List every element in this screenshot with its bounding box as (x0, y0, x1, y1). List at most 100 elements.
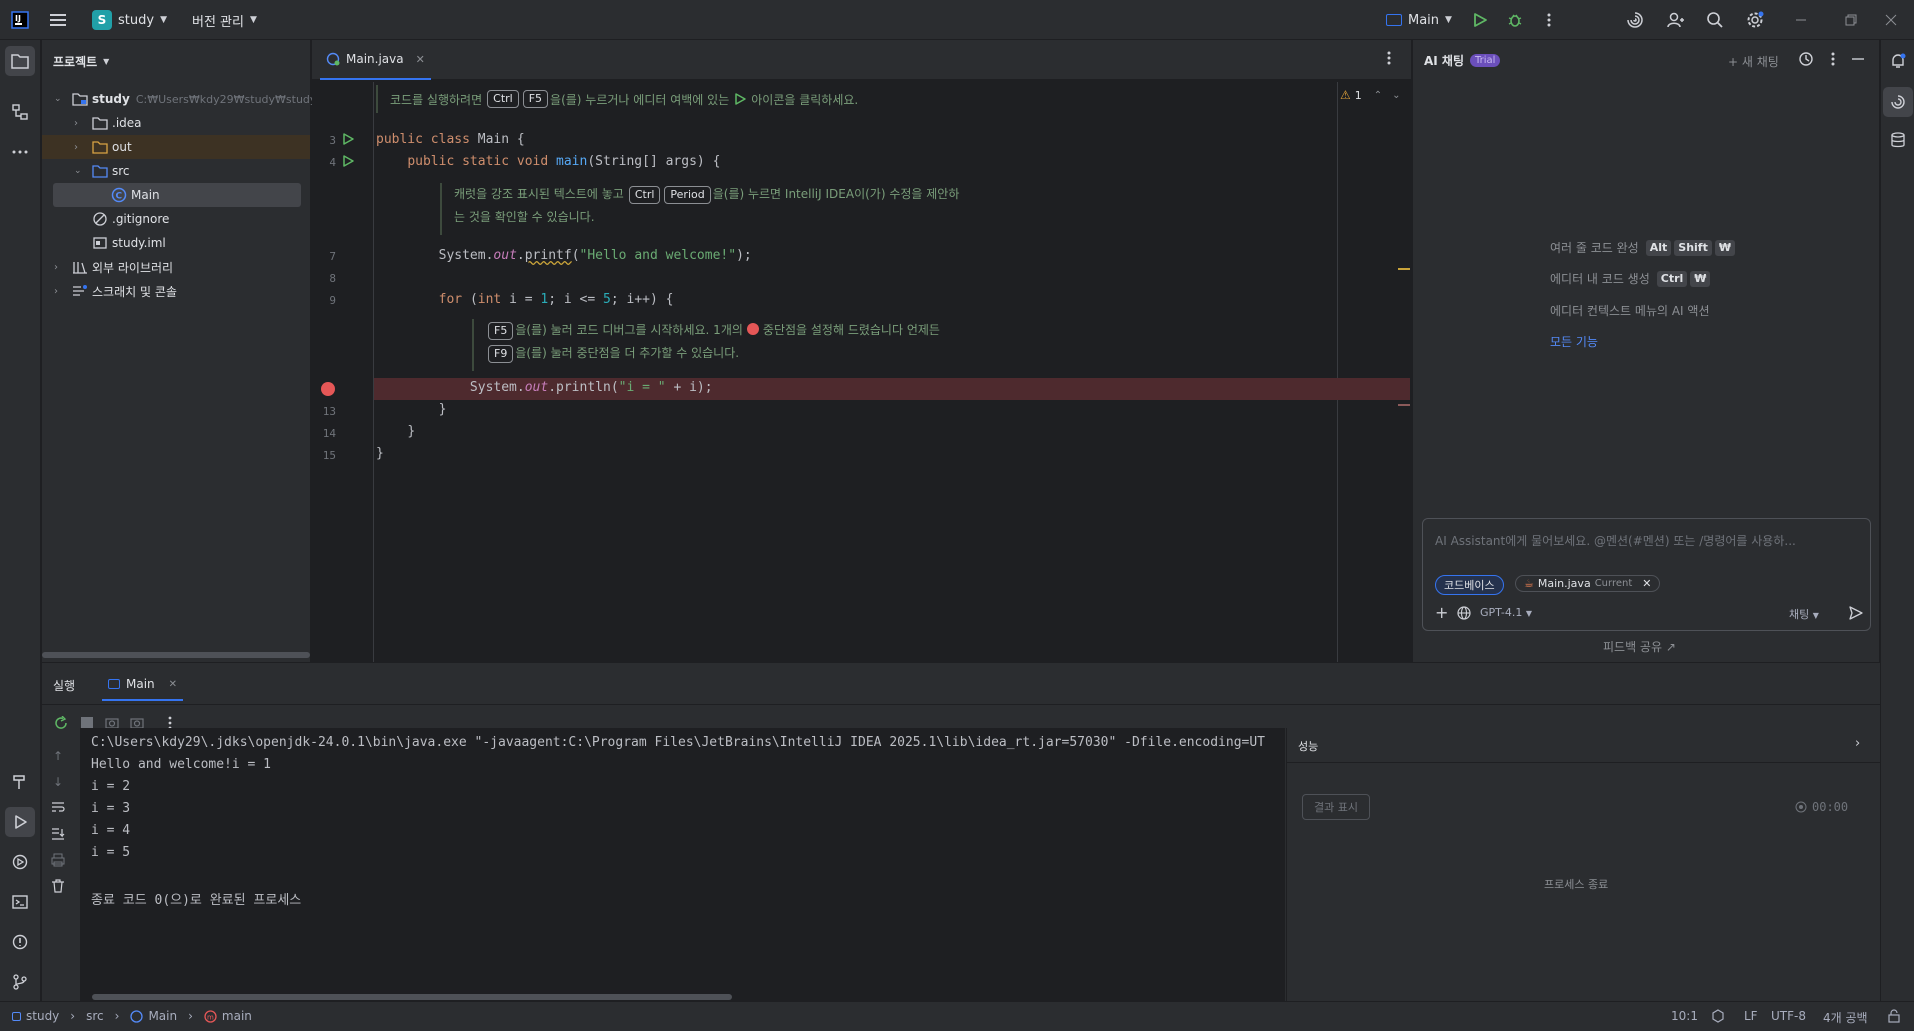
more-actions-icon[interactable] (1831, 51, 1835, 67)
services-icon[interactable] (5, 847, 35, 877)
ai-input-placeholder[interactable]: AI Assistant에게 물어보세요. @멘션(#멘션) 또는 /명령어를 … (1435, 532, 1796, 549)
search-icon[interactable] (1700, 5, 1730, 35)
history-icon[interactable] (1798, 51, 1814, 67)
breakpoint-icon[interactable] (321, 382, 335, 396)
project-tool-icon[interactable] (5, 46, 35, 76)
main-menu-icon[interactable] (44, 5, 74, 35)
horizontal-scrollbar[interactable] (42, 652, 310, 658)
notifications-icon[interactable] (1883, 46, 1913, 76)
tree-node-study[interactable]: ⌄ study C:₩Users₩kdy29₩study₩study (54, 87, 316, 111)
database-icon[interactable] (1883, 125, 1913, 155)
codebase-chip[interactable]: 코드베이스 (1435, 575, 1504, 595)
run-config-selector[interactable]: Main ▼ (1386, 0, 1452, 40)
code-line-3[interactable]: public class Main { (376, 132, 525, 147)
intellij-logo-icon[interactable]: IJ (5, 5, 35, 35)
tree-node-src[interactable]: ⌄ src (74, 159, 130, 183)
code-line-7[interactable]: System.out.printf("Hello and welcome!"); (376, 248, 752, 263)
add-user-icon[interactable] (1660, 5, 1690, 35)
file-context-chip[interactable]: ☕ Main.java Current ✕ (1515, 575, 1661, 592)
project-switcher[interactable]: S study ▼ (92, 0, 167, 40)
git-branch-icon[interactable] (5, 967, 35, 997)
run-button[interactable] (1465, 5, 1495, 35)
more-actions-icon[interactable] (1534, 5, 1564, 35)
close-tab-icon[interactable]: ✕ (169, 679, 177, 690)
lock-icon[interactable] (1888, 1009, 1900, 1023)
minimize-window-icon[interactable] (1786, 5, 1816, 35)
print-icon[interactable] (51, 853, 65, 867)
file-encoding[interactable]: UTF-8 (1771, 1009, 1806, 1023)
warning-stripe-mark[interactable] (1398, 268, 1410, 270)
problems-icon[interactable] (5, 927, 35, 957)
chip-label: Main.java (1537, 577, 1591, 590)
feedback-link[interactable]: 피드백 공유 ↗ (1603, 638, 1676, 655)
tab-main-java[interactable]: Main.java ✕ (320, 40, 431, 80)
mode-selector[interactable]: 채팅 ▼ (1789, 606, 1819, 622)
show-results-button[interactable]: 결과 표시 (1302, 794, 1370, 820)
ai-assistant-icon[interactable] (1883, 87, 1913, 117)
close-icon[interactable]: ✕ (1642, 577, 1651, 590)
tree-node-main[interactable]: C Main (53, 183, 301, 207)
tree-node-iml[interactable]: study.iml (92, 231, 166, 255)
restore-window-icon[interactable] (1836, 5, 1866, 35)
run-tab-main[interactable]: Main ✕ (102, 669, 184, 701)
all-features-link[interactable]: 모든 기능 (1550, 333, 1598, 350)
breadcrumb-item[interactable]: study (26, 1009, 59, 1023)
kbd-key: Ctrl (487, 90, 519, 108)
project-panel-header[interactable]: 프로젝트 ▼ (53, 53, 109, 70)
structure-tool-icon[interactable] (5, 97, 35, 127)
code-token: public class (376, 132, 478, 147)
build-hammer-icon[interactable] (5, 767, 35, 797)
soft-wrap-icon[interactable] (51, 801, 65, 813)
tree-node-idea[interactable]: › .idea (74, 111, 142, 135)
tree-node-gitignore[interactable]: .gitignore (92, 207, 169, 231)
ai-assistant-icon[interactable] (1620, 5, 1650, 35)
new-chat-button[interactable]: + 새 채팅 (1728, 53, 1779, 70)
send-icon[interactable] (1849, 606, 1863, 620)
breakpoint-stripe-mark[interactable] (1398, 404, 1410, 406)
code-token: for (438, 292, 470, 307)
add-context-icon[interactable]: + (1435, 603, 1448, 622)
up-arrow-icon[interactable]: ↑ (53, 749, 63, 763)
model-selector[interactable]: GPT-4.1 ▼ (1480, 606, 1532, 619)
run-gutter-icon[interactable] (341, 132, 355, 146)
close-tab-icon[interactable]: ✕ (416, 53, 425, 66)
debug-button[interactable] (1500, 5, 1530, 35)
tree-node-scratches[interactable]: › 스크래치 및 콘솔 (54, 279, 177, 303)
code-line-12[interactable]: System.out.println("i = " + i); (376, 380, 713, 395)
settings-gear-icon[interactable] (1740, 5, 1770, 35)
tree-node-external-libraries[interactable]: › 외부 라이브러리 (54, 255, 173, 279)
ai-status-icon[interactable] (1712, 1009, 1724, 1023)
code-line-4[interactable]: public static void main(String[] args) { (376, 154, 720, 169)
globe-icon[interactable] (1457, 606, 1471, 620)
chevron-right-icon[interactable]: › (1855, 736, 1860, 751)
trash-icon[interactable] (51, 879, 65, 893)
code-line-15[interactable]: } (376, 446, 384, 461)
breadcrumb-item[interactable]: Main (148, 1009, 177, 1023)
tree-node-out[interactable]: › out (42, 135, 310, 159)
line-separator[interactable]: LF (1744, 1009, 1758, 1023)
console-output[interactable]: C:\Users\kdy29\.jdks\openjdk-24.0.1\bin\… (80, 728, 1285, 1001)
down-arrow-icon[interactable]: ↓ (53, 775, 63, 789)
indent-setting[interactable]: 4개 공백 (1823, 1009, 1868, 1026)
run-tool-icon[interactable] (5, 807, 35, 837)
more-tools-icon[interactable] (5, 137, 35, 167)
run-gutter-icon[interactable] (341, 154, 355, 168)
breadcrumb-item[interactable]: src (86, 1009, 104, 1023)
rerun-icon[interactable] (54, 716, 68, 730)
scroll-to-end-icon[interactable] (51, 827, 65, 841)
chevron-up-icon[interactable]: ⌃ (1374, 90, 1382, 101)
close-window-icon[interactable] (1876, 5, 1906, 35)
vcs-menu[interactable]: 버전 관리 ▼ (192, 0, 257, 40)
breadcrumb-item[interactable]: main (222, 1009, 252, 1023)
code-line-9[interactable]: for (int i = 1; i <= 5; i++) { (376, 292, 674, 307)
terminal-icon[interactable] (5, 887, 35, 917)
caret-position[interactable]: 10:1 (1671, 1009, 1698, 1023)
code-line-13[interactable]: } (376, 402, 447, 417)
tab-options-icon[interactable] (1387, 50, 1391, 66)
horizontal-scrollbar[interactable] (92, 994, 732, 1000)
hide-panel-icon[interactable] (1851, 51, 1865, 67)
code-line-14[interactable]: } (376, 424, 415, 439)
inspection-widget[interactable]: ⚠ 1 ⌃ ⌄ (1340, 88, 1401, 102)
chevron-down-icon: ⌄ (74, 166, 82, 176)
chevron-down-icon[interactable]: ⌄ (1392, 90, 1400, 101)
